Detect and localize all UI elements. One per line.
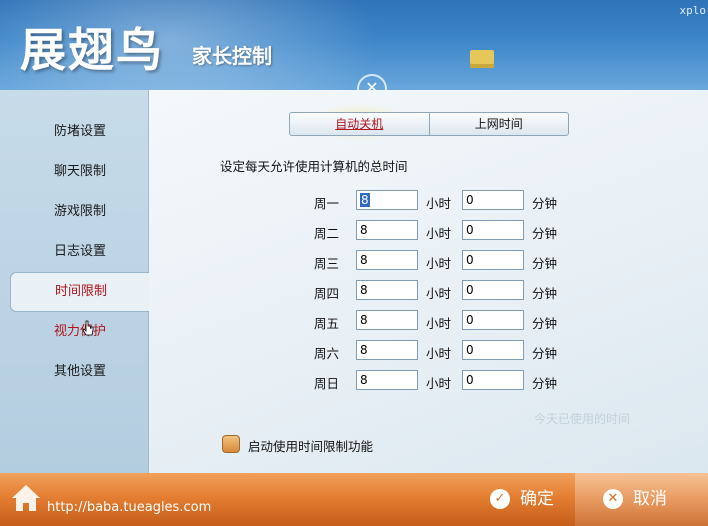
sidebar-item-games[interactable]: 游戏限制 (10, 193, 148, 231)
minutes-input-mon[interactable]: 0 (462, 190, 524, 210)
hour-unit: 小时 (426, 256, 452, 271)
tab-online-time[interactable]: 上网时间 (430, 113, 569, 135)
cancel-button-label: 取消 (633, 489, 667, 509)
tab-auto-shutdown[interactable]: 自动关机 (290, 113, 430, 135)
check-icon: ✓ (490, 489, 510, 509)
minute-unit: 分钟 (532, 376, 558, 391)
mouse-cursor-icon (82, 320, 94, 336)
minutes-input-wed[interactable]: 0 (462, 250, 524, 270)
day-row-fri: 周五 8 小时 0 分钟 (314, 310, 574, 332)
ok-button-label: 确定 (520, 489, 554, 509)
hour-unit: 小时 (426, 376, 452, 391)
hour-unit: 小时 (426, 226, 452, 241)
minute-unit: 分钟 (532, 196, 558, 211)
minute-unit: 分钟 (532, 316, 558, 331)
hours-input-sun[interactable]: 8 (356, 370, 418, 390)
day-label: 周日 (314, 376, 340, 391)
day-label: 周二 (314, 226, 340, 241)
minutes-input-tue[interactable]: 0 (462, 220, 524, 240)
minute-unit: 分钟 (532, 226, 558, 241)
footer-bar: http://baba.tueagles.com ✓ 确定 ✕ 取消 (0, 473, 708, 526)
day-label: 周六 (314, 346, 340, 361)
day-label: 周五 (314, 316, 340, 331)
hours-input-mon[interactable]: 8 (356, 190, 418, 210)
minutes-input-fri[interactable]: 0 (462, 310, 524, 330)
minute-unit: 分钟 (532, 256, 558, 271)
time-description: 设定每天允许使用计算机的总时间 (220, 159, 408, 174)
minutes-input-sun[interactable]: 0 (462, 370, 524, 390)
sidebar-item-eye-care[interactable]: 视力保护 (10, 313, 148, 351)
sidebar-item-other[interactable]: 其他设置 (10, 353, 148, 391)
cancel-button[interactable]: ✕ 取消 (575, 473, 708, 526)
tab-bar: 自动关机 上网时间 (289, 112, 569, 136)
hours-input-sat[interactable]: 8 (356, 340, 418, 360)
footer-url-link[interactable]: http://baba.tueagles.com (47, 500, 211, 515)
day-label: 周四 (314, 286, 340, 301)
used-today-label: 今天已使用的时间 (534, 412, 631, 426)
main-panel: 自动关机 上网时间 设定每天允许使用计算机的总时间 周一 8 小时 0 分钟 周… (149, 90, 708, 473)
day-row-sun: 周日 8 小时 0 分钟 (314, 370, 574, 392)
day-row-mon: 周一 8 小时 0 分钟 (314, 190, 574, 212)
sidebar: 防堵设置 聊天限制 游戏限制 日志设置 时间限制 视力保护 其他设置 (0, 90, 150, 473)
folder-icon (470, 50, 494, 68)
minute-unit: 分钟 (532, 286, 558, 301)
hours-input-wed[interactable]: 8 (356, 250, 418, 270)
app-logo: 展翅鸟 (20, 23, 164, 77)
sidebar-item-chat[interactable]: 聊天限制 (10, 153, 148, 191)
sidebar-item-firewall[interactable]: 防堵设置 (10, 113, 148, 151)
day-row-sat: 周六 8 小时 0 分钟 (314, 340, 574, 362)
sidebar-item-log[interactable]: 日志设置 (10, 233, 148, 271)
header-banner: 展翅鸟 家长控制 xplo ✕ (0, 0, 708, 90)
day-row-wed: 周三 8 小时 0 分钟 (314, 250, 574, 272)
hours-input-fri[interactable]: 8 (356, 310, 418, 330)
home-icon[interactable] (10, 483, 42, 513)
close-icon: ✕ (603, 489, 623, 509)
enable-time-limit-label[interactable]: 启动使用时间限制功能 (248, 436, 373, 455)
day-row-thu: 周四 8 小时 0 分钟 (314, 280, 574, 302)
minutes-input-thu[interactable]: 0 (462, 280, 524, 300)
hours-input-thu[interactable]: 8 (356, 280, 418, 300)
sidebar-item-time-limit[interactable]: 时间限制 (10, 272, 150, 312)
hours-input-tue[interactable]: 8 (356, 220, 418, 240)
minutes-input-sat[interactable]: 0 (462, 340, 524, 360)
day-label: 周一 (314, 196, 340, 211)
day-label: 周三 (314, 256, 340, 271)
ok-button[interactable]: ✓ 确定 (490, 473, 554, 526)
hour-unit: 小时 (426, 346, 452, 361)
minute-unit: 分钟 (532, 346, 558, 361)
hour-unit: 小时 (426, 196, 452, 211)
day-row-tue: 周二 8 小时 0 分钟 (314, 220, 574, 242)
hour-unit: 小时 (426, 316, 452, 331)
hour-unit: 小时 (426, 286, 452, 301)
app-subtitle: 家长控制 (192, 44, 272, 68)
corner-text: xplo (679, 4, 707, 17)
enable-time-limit-checkbox[interactable] (222, 435, 240, 453)
